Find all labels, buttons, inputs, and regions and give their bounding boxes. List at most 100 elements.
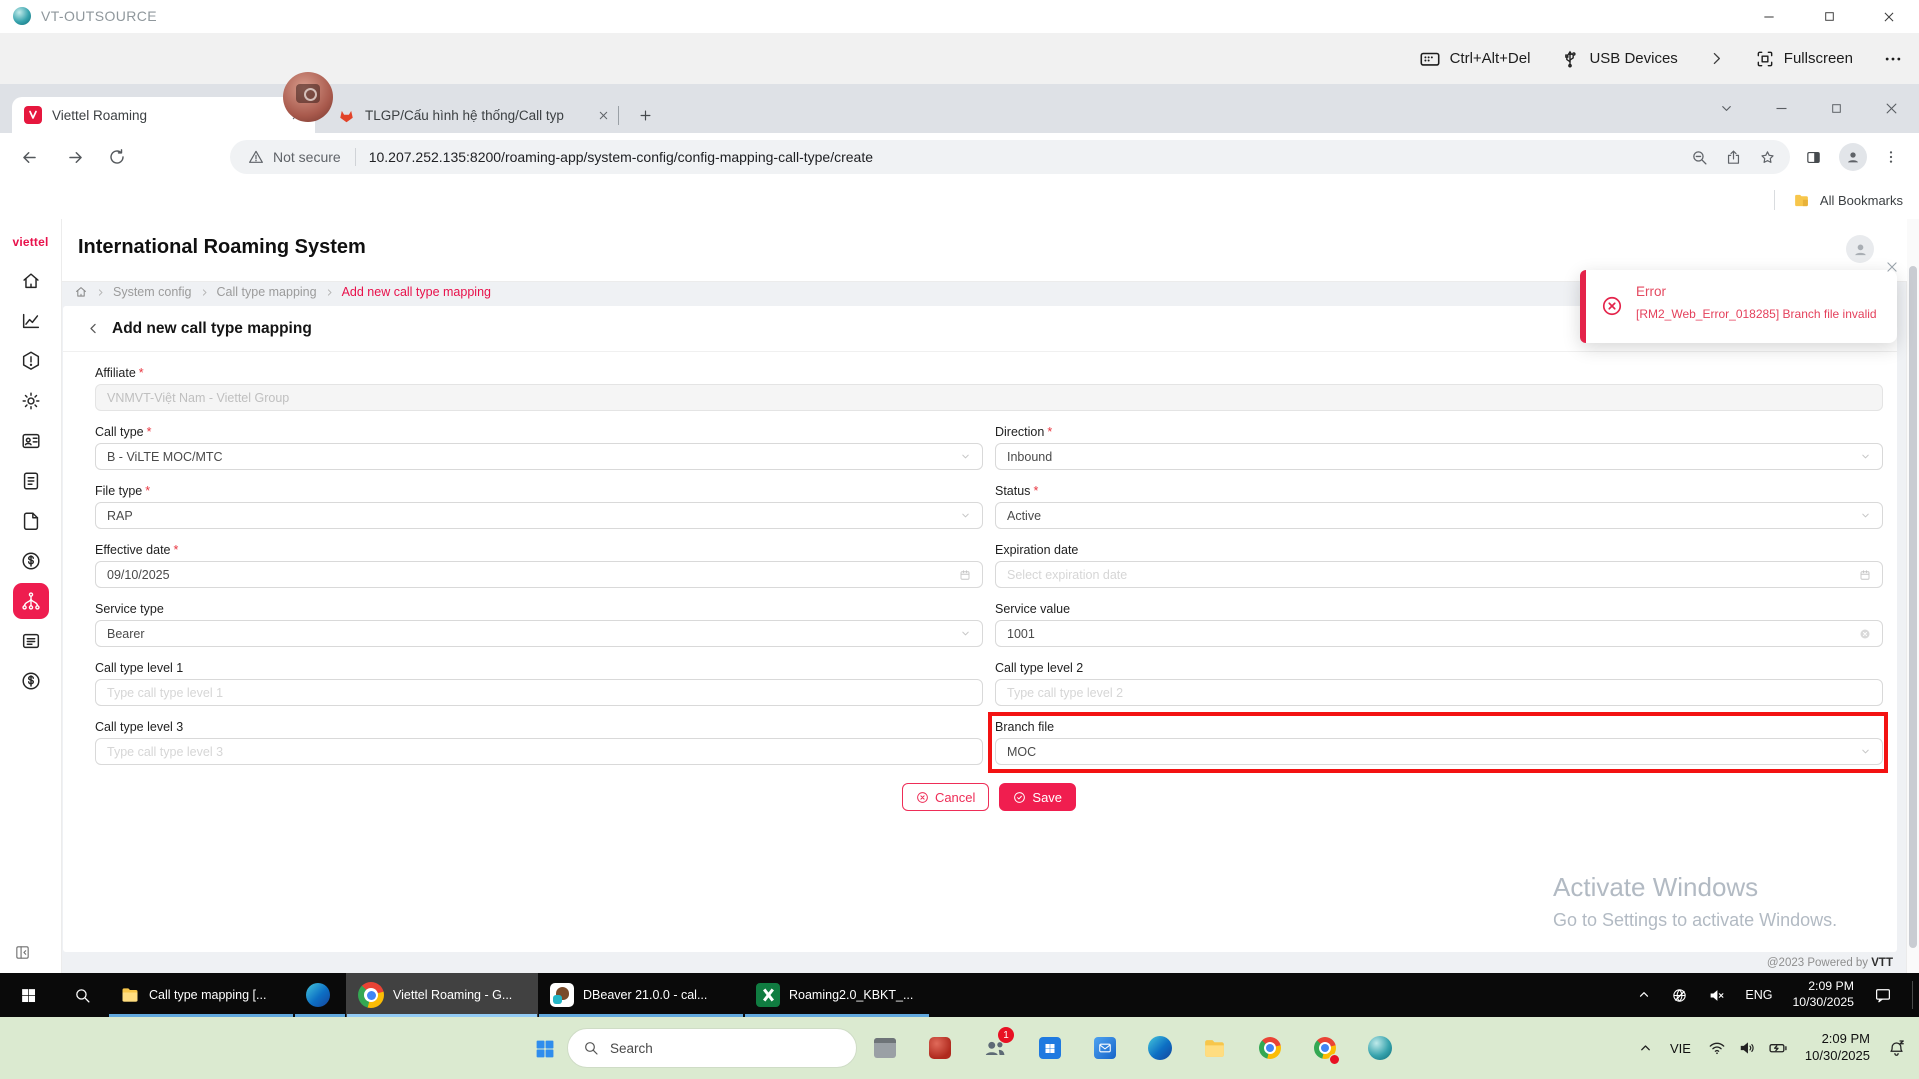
- bookmark-star-icon[interactable]: [1750, 142, 1784, 172]
- page-scrollbar[interactable]: [1906, 219, 1919, 973]
- remote-language-switcher[interactable]: ENG: [1745, 988, 1772, 1002]
- sidebar-item-sim[interactable]: [19, 429, 43, 453]
- remote-system-tray: ENG 2:09 PM 10/30/2025: [1637, 973, 1919, 1017]
- service-type-select[interactable]: Bearer: [95, 620, 983, 647]
- sidebar-item-dashboard[interactable]: [19, 309, 43, 333]
- taskbar-app-dbeaver[interactable]: DBeaver 21.0.0 - cal...: [538, 973, 744, 1017]
- hidden-icons-chevron-icon[interactable]: [1637, 988, 1651, 1002]
- effective-date-input[interactable]: 09/10/2025: [95, 561, 983, 588]
- branch-file-select[interactable]: MOC: [995, 738, 1883, 765]
- chevron-down-icon: [1860, 510, 1871, 521]
- expiration-date-input[interactable]: Select expiration date: [995, 561, 1883, 588]
- call-type-level-1-input[interactable]: Type call type level 1: [95, 679, 983, 706]
- sidebar-item-reports[interactable]: [19, 629, 43, 653]
- direction-select[interactable]: Inbound: [995, 443, 1883, 470]
- taskbar-search-box[interactable]: Search: [567, 1028, 857, 1068]
- taskbar-app-edge[interactable]: [294, 973, 346, 1017]
- zoom-icon[interactable]: [1682, 142, 1716, 172]
- service-value-input[interactable]: 1001: [995, 620, 1883, 647]
- forward-button[interactable]: [58, 140, 92, 174]
- back-button[interactable]: [12, 140, 46, 174]
- profile-picture[interactable]: [283, 72, 333, 122]
- sidebar-item-call-type-mapping[interactable]: [13, 583, 49, 619]
- taskbar-vt-outsource-icon[interactable]: [1352, 1017, 1407, 1079]
- window-maximize-button[interactable]: [1799, 0, 1859, 33]
- taskbar-people-icon[interactable]: 1: [967, 1017, 1022, 1079]
- taskbar-store-icon[interactable]: [1022, 1017, 1077, 1079]
- taskbar-app-excel[interactable]: Roaming2.0_KBKT_...: [744, 973, 930, 1017]
- back-chevron-icon[interactable]: [86, 321, 101, 336]
- hidden-icons-chevron-icon[interactable]: [1638, 1041, 1653, 1056]
- cancel-button[interactable]: Cancel: [902, 783, 989, 811]
- local-clock[interactable]: 2:09 PM 10/30/2025: [1805, 1031, 1870, 1065]
- call-type-level-2-input[interactable]: Type call type level 2: [995, 679, 1883, 706]
- local-language-switcher[interactable]: VIE: [1670, 1041, 1691, 1056]
- browser-close-button[interactable]: [1864, 84, 1919, 133]
- show-desktop-divider[interactable]: [1912, 981, 1913, 1009]
- browser-profile-button[interactable]: [1839, 143, 1867, 171]
- focus-assist-bell-icon[interactable]: [1887, 1039, 1906, 1058]
- browser-menu-button[interactable]: [1874, 140, 1908, 174]
- file-type-select[interactable]: RAP: [95, 502, 983, 529]
- breadcrumb-call-type-mapping[interactable]: Call type mapping: [217, 285, 317, 299]
- taskbar-mail-icon[interactable]: [1077, 1017, 1132, 1079]
- taskbar-chrome-icon[interactable]: [1242, 1017, 1297, 1079]
- call-type-level-3-input[interactable]: Type call type level 3: [95, 738, 983, 765]
- remote-start-button[interactable]: [0, 973, 56, 1017]
- window-minimize-button[interactable]: [1739, 0, 1799, 33]
- taskbar-app-call-type-mapping[interactable]: Call type mapping [...: [108, 973, 294, 1017]
- local-start-button[interactable]: [521, 1017, 567, 1079]
- sidebar-item-settings[interactable]: [19, 389, 43, 413]
- taskbar-red-app-icon[interactable]: [912, 1017, 967, 1079]
- taskbar-file-explorer-icon[interactable]: [1187, 1017, 1242, 1079]
- tab-close-icon[interactable]: [592, 104, 614, 126]
- window-close-button[interactable]: [1859, 0, 1919, 33]
- address-bar[interactable]: Not secure 10.207.252.135:8200/roaming-a…: [230, 140, 1790, 174]
- sidebar-collapse-icon[interactable]: [14, 944, 31, 961]
- home-icon[interactable]: [74, 285, 88, 299]
- save-button[interactable]: Save: [999, 783, 1076, 811]
- browser-maximize-button[interactable]: [1809, 84, 1864, 133]
- status-select[interactable]: Active: [995, 502, 1883, 529]
- taskbar-app-viettel-roaming-chrome[interactable]: Viettel Roaming - G...: [346, 973, 538, 1017]
- sidebar-item-revenue[interactable]: [19, 549, 43, 573]
- toast-close-icon[interactable]: [1885, 260, 1899, 274]
- remote-clock[interactable]: 2:09 PM 10/30/2025: [1792, 979, 1854, 1011]
- browser-minimize-button[interactable]: [1754, 84, 1809, 133]
- sidebar-item-documents[interactable]: [19, 469, 43, 493]
- local-taskbar: Search 1 VIE 2:09 PM: [0, 1017, 1919, 1079]
- ctrl-alt-del-button[interactable]: Ctrl+Alt+Del: [1419, 48, 1531, 70]
- breadcrumb-system-config[interactable]: System config: [113, 285, 192, 299]
- required-asterisk: *: [174, 543, 179, 557]
- sidebar-item-home[interactable]: [19, 269, 43, 293]
- tab-tlgp-gitlab[interactable]: TLGP/Cấu hình hệ thống/Call typ: [334, 97, 620, 133]
- side-panel-button[interactable]: [1796, 140, 1830, 174]
- battery-charging-icon[interactable]: [1768, 1038, 1788, 1058]
- new-tab-button[interactable]: [631, 101, 659, 129]
- sidebar-item-alerts[interactable]: [19, 349, 43, 373]
- taskbar-task-view-icon[interactable]: [857, 1017, 912, 1079]
- toolbar-more-icon[interactable]: [1883, 49, 1903, 69]
- call-type-select[interactable]: B - ViLTE MOC/MTC: [95, 443, 983, 470]
- sidebar-item-billing[interactable]: [19, 669, 43, 693]
- all-bookmarks-label[interactable]: All Bookmarks: [1820, 193, 1903, 208]
- speaker-mute-icon[interactable]: [1708, 987, 1725, 1004]
- sidebar-item-files[interactable]: [19, 509, 43, 533]
- usb-devices-button[interactable]: USB Devices: [1560, 49, 1677, 69]
- wifi-icon[interactable]: [1708, 1039, 1726, 1057]
- network-globe-icon[interactable]: [1671, 987, 1688, 1004]
- reload-button[interactable]: [100, 140, 134, 174]
- clear-icon[interactable]: [1859, 628, 1871, 640]
- user-avatar[interactable]: [1846, 235, 1874, 263]
- taskbar-chrome-2-icon[interactable]: [1297, 1017, 1352, 1079]
- action-center-icon[interactable]: [1874, 986, 1892, 1004]
- tab-search-chevron-icon[interactable]: [1699, 84, 1754, 133]
- fullscreen-button[interactable]: Fullscreen: [1755, 49, 1853, 69]
- remote-search-button[interactable]: [56, 973, 108, 1017]
- taskbar-edge-icon[interactable]: [1132, 1017, 1187, 1079]
- scrollbar-thumb[interactable]: [1909, 266, 1917, 948]
- toolbar-expand-icon[interactable]: [1708, 50, 1725, 67]
- tab-viettel-roaming[interactable]: Viettel Roaming: [12, 97, 315, 133]
- speaker-icon[interactable]: [1738, 1039, 1756, 1057]
- share-icon[interactable]: [1716, 142, 1750, 172]
